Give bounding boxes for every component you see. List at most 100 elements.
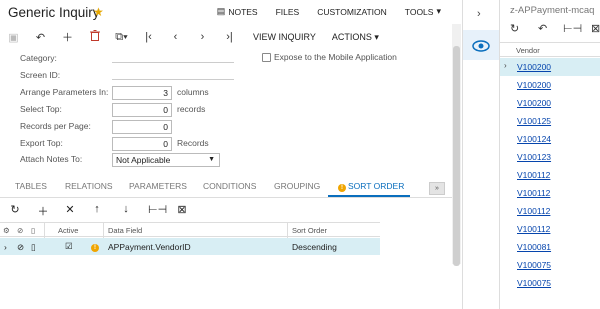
screen-id-field[interactable] — [112, 79, 234, 80]
tab-sort-order[interactable]: ! SORT ORDER — [338, 181, 404, 192]
data-field-cell[interactable]: APPayment.VendorID — [108, 242, 191, 252]
vendor-link[interactable]: V100075 — [517, 260, 551, 270]
delete-row-icon[interactable]: ✕ — [63, 203, 77, 216]
row-settings-icon[interactable]: ⚙ — [3, 226, 10, 235]
list-item[interactable]: V100123 — [500, 148, 600, 166]
actions-menu-button[interactable]: ACTIONS ▾ — [326, 32, 385, 43]
move-down-icon[interactable]: ↓ — [119, 203, 133, 215]
previous-record-icon[interactable]: ‹ — [162, 31, 189, 43]
tab-tables[interactable]: TABLES — [15, 181, 47, 191]
vendor-link[interactable]: V100200 — [517, 62, 551, 72]
export-top-input[interactable]: 0 — [112, 137, 172, 151]
refresh-icon[interactable]: ↻ — [8, 203, 22, 216]
note-icon[interactable]: ▯ — [31, 242, 36, 253]
row-expand-icon[interactable]: › — [4, 242, 7, 252]
eye-icon[interactable] — [471, 38, 491, 54]
list-item[interactable]: › V100200 — [500, 58, 600, 76]
list-item[interactable]: V100081 — [500, 238, 600, 256]
column-divider — [44, 223, 45, 238]
tab-relations[interactable]: RELATIONS — [65, 181, 113, 191]
next-record-icon[interactable]: › — [189, 31, 216, 43]
vendor-link[interactable]: V100200 — [517, 80, 551, 90]
vertical-scrollbar[interactable] — [452, 24, 461, 266]
arrange-input[interactable]: 3 — [112, 86, 172, 100]
vendor-link[interactable]: V100112 — [517, 188, 550, 198]
tab-bar: TABLES RELATIONS PARAMETERS CONDITIONS G… — [0, 178, 452, 198]
mobile-checkbox[interactable] — [262, 52, 271, 62]
undo-icon[interactable]: ↶ — [27, 31, 54, 44]
list-item[interactable]: V100112 — [500, 220, 600, 238]
add-row-icon[interactable]: ＋ — [36, 203, 50, 219]
save-icon[interactable]: ▣ — [0, 31, 27, 44]
expand-panel-icon[interactable]: » — [429, 182, 445, 195]
vendor-link[interactable]: V100081 — [517, 242, 551, 252]
undo-icon[interactable]: ↶ — [538, 22, 547, 35]
vendor-link[interactable]: V100112 — [517, 206, 550, 216]
row-expand-icon[interactable]: › — [504, 61, 507, 70]
tools-menu[interactable]: TOOLS ▾ — [396, 6, 450, 17]
fit-columns-icon[interactable]: ⊢⊣ — [563, 22, 582, 35]
attach-notes-select[interactable]: Not Applicable ▼ — [112, 153, 220, 167]
sort-order-cell[interactable]: Descending — [292, 242, 337, 252]
select-top-unit: records — [177, 104, 206, 114]
list-item[interactable]: V100125 — [500, 112, 600, 130]
tab-parameters[interactable]: PARAMETERS — [129, 181, 187, 191]
select-top-input[interactable]: 0 — [112, 103, 172, 117]
vendor-link[interactable]: V100125 — [517, 116, 551, 126]
copy-paste-icon[interactable]: ⧉▾ — [108, 31, 135, 44]
table-row[interactable]: › ⊘ ▯ ☑ ! APPayment.VendorID Descending — [0, 238, 380, 255]
list-item[interactable]: V100112 — [500, 202, 600, 220]
fit-columns-icon[interactable]: ⊢⊣ — [148, 203, 167, 216]
list-item[interactable]: V100112 — [500, 184, 600, 202]
delete-icon[interactable] — [81, 30, 108, 44]
chevron-down-icon: ▾ — [436, 6, 441, 16]
chevron-down-icon: ▾ — [374, 31, 379, 42]
column-header-vendor[interactable]: Vendor — [516, 46, 540, 55]
preview-title: z-APPayment-mcaq — [510, 5, 595, 16]
list-item[interactable]: V100124 — [500, 130, 600, 148]
tab-conditions[interactable]: CONDITIONS — [203, 181, 256, 191]
export-excel-icon[interactable]: ⊠ — [175, 203, 189, 216]
add-icon[interactable]: ＋ — [54, 29, 81, 45]
list-item[interactable]: V100075 — [500, 274, 600, 292]
customization-link[interactable]: CUSTOMIZATION — [308, 6, 396, 17]
refresh-icon[interactable]: ↻ — [510, 22, 519, 35]
notes-link[interactable]: ▤ NOTES — [208, 6, 267, 17]
export-excel-icon[interactable]: ⊠ — [591, 22, 600, 35]
scrollbar-thumb[interactable] — [453, 46, 460, 266]
favorite-star-icon[interactable]: ★ — [93, 5, 104, 19]
tab-grouping[interactable]: GROUPING — [274, 181, 320, 191]
move-up-icon[interactable]: ↑ — [90, 203, 104, 215]
first-record-icon[interactable]: |‹ — [135, 31, 162, 43]
list-item[interactable]: V100075 — [500, 256, 600, 274]
grid-header: ⚙ ⊘ ▯ Active Data Field Sort Order — [0, 222, 380, 238]
vendor-link[interactable]: V100123 — [517, 152, 551, 162]
last-record-icon[interactable]: ›| — [216, 31, 243, 43]
main-toolbar: ▣ ↶ ＋ ⧉▾ |‹ ‹ › ›| VIEW INQUIRY ACTIONS … — [0, 26, 452, 48]
column-header-sort-order[interactable]: Sort Order — [292, 226, 327, 235]
active-checkbox[interactable]: ☑ — [65, 241, 73, 252]
vendor-link[interactable]: V100112 — [517, 224, 550, 234]
column-header-data-field[interactable]: Data Field — [108, 226, 142, 235]
grid-toolbar: ↻ ＋ ✕ ↑ ↓ ⊢⊣ ⊠ — [0, 201, 452, 219]
preview-grid-header: Vendor — [500, 42, 600, 57]
list-item[interactable]: V100200 — [500, 94, 600, 112]
actions-label: ACTIONS — [331, 31, 372, 42]
chevron-right-icon[interactable]: › — [477, 8, 481, 20]
mobile-checkbox-row[interactable]: Expose to the Mobile Application — [262, 52, 397, 62]
attach-notes-label: Attach Notes To: — [20, 154, 83, 164]
files-label: FILES — [275, 6, 300, 17]
attachment-icon[interactable]: ⊘ — [17, 242, 24, 253]
vendor-link[interactable]: V100075 — [517, 278, 551, 288]
category-field[interactable] — [112, 62, 234, 63]
generic-inquiry-panel: Generic Inquiry ★ ▤ NOTES FILES CUSTOMIZ… — [0, 0, 462, 309]
files-link[interactable]: FILES — [267, 6, 309, 17]
view-inquiry-button[interactable]: VIEW INQUIRY — [247, 32, 322, 42]
vendor-link[interactable]: V100124 — [517, 134, 551, 144]
vendor-link[interactable]: V100112 — [517, 170, 550, 180]
vendor-link[interactable]: V100200 — [517, 98, 551, 108]
column-header-active[interactable]: Active — [58, 226, 78, 235]
list-item[interactable]: V100200 — [500, 76, 600, 94]
list-item[interactable]: V100112 — [500, 166, 600, 184]
records-per-page-input[interactable]: 0 — [112, 120, 172, 134]
